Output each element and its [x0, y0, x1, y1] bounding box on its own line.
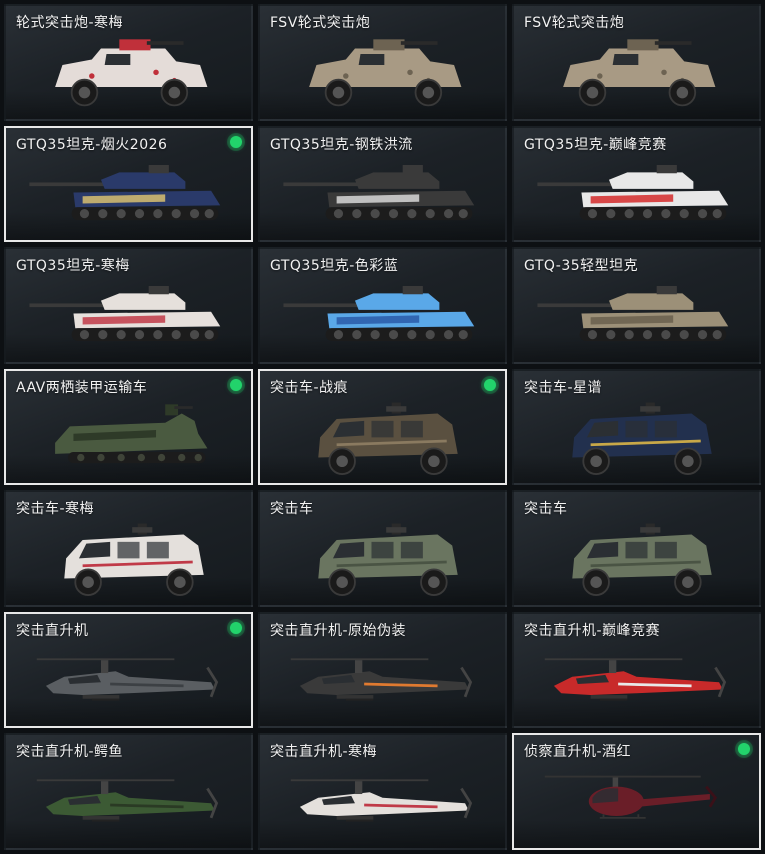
- vehicle-name: 突击直升机: [16, 622, 89, 639]
- assault-vehicle-image: [272, 397, 493, 480]
- vehicle-name: GTQ35坦克-色彩蓝: [270, 258, 399, 275]
- armored-car-image: [272, 32, 493, 115]
- assault-vehicle-image: [526, 518, 747, 601]
- vehicle-card[interactable]: GTQ35坦克-色彩蓝: [258, 247, 507, 364]
- helicopter-image: [272, 761, 493, 844]
- scout-helicopter-image: [526, 761, 747, 844]
- helicopter-image: [272, 640, 493, 723]
- vehicle-name: 突击车-寒梅: [16, 501, 95, 518]
- vehicle-name: 突击直升机-原始伪装: [270, 622, 407, 639]
- armored-car-image: [526, 32, 747, 115]
- vehicle-name: GTQ35坦克-钢铁洪流: [270, 136, 413, 153]
- vehicle-name: FSV轮式突击炮: [270, 15, 371, 31]
- tank-image: [272, 154, 493, 237]
- tank-image: [272, 275, 493, 358]
- vehicle-card[interactable]: 突击车-星谱: [512, 368, 761, 486]
- vehicle-name: FSV轮式突击炮: [524, 15, 625, 31]
- tank-image: [526, 275, 747, 358]
- tank-image: [18, 275, 239, 358]
- assault-vehicle-image: [18, 518, 239, 601]
- vehicle-name: GTQ35坦克-巅峰竞赛: [524, 136, 667, 153]
- tank-image: [18, 154, 239, 237]
- vehicle-name: GTQ35坦克-寒梅: [16, 258, 130, 275]
- vehicle-card[interactable]: GTQ35坦克-钢铁洪流: [258, 125, 507, 243]
- equipped-indicator-icon: [230, 378, 242, 391]
- vehicle-card[interactable]: AAV两栖装甲运输车: [4, 368, 253, 486]
- vehicle-card[interactable]: GTQ35坦克-烟火2026: [4, 125, 253, 243]
- equipped-indicator-icon: [230, 135, 242, 148]
- equipped-indicator-icon: [230, 621, 242, 634]
- vehicle-card[interactable]: GTQ-35轻型坦克: [512, 247, 761, 364]
- vehicle-card[interactable]: 突击直升机-原始伪装: [258, 611, 507, 729]
- vehicle-card[interactable]: 突击车: [512, 490, 761, 607]
- vehicle-card[interactable]: 突击直升机-巅峰竞赛: [512, 611, 761, 729]
- equipped-indicator-icon: [738, 743, 750, 756]
- helicopter-image: [18, 640, 239, 723]
- vehicle-card[interactable]: 轮式突击炮-寒梅: [4, 4, 253, 121]
- armored-car-image: [18, 32, 239, 115]
- equipped-indicator-icon: [484, 378, 496, 391]
- vehicle-name: GTQ35坦克-烟火2026: [16, 136, 168, 153]
- vehicle-card[interactable]: FSV轮式突击炮: [258, 4, 507, 121]
- vehicle-card[interactable]: 突击车: [258, 490, 507, 607]
- vehicle-name: GTQ-35轻型坦克: [524, 258, 639, 275]
- amphibious-vehicle-image: [18, 397, 239, 480]
- vehicle-name: 突击直升机-鳄鱼: [16, 744, 124, 761]
- vehicle-card[interactable]: 侦察直升机-酒红: [512, 733, 761, 850]
- assault-vehicle-image: [272, 518, 493, 601]
- vehicle-card[interactable]: 突击直升机: [4, 611, 253, 729]
- vehicle-skin-grid: 轮式突击炮-寒梅 FSV轮式突击炮 FSV轮式突击炮 GTQ35坦克-烟火202…: [0, 0, 765, 854]
- assault-vehicle-image: [526, 397, 747, 480]
- vehicle-name: 突击车-星谱: [524, 379, 603, 396]
- vehicle-card[interactable]: 突击直升机-寒梅: [258, 733, 507, 850]
- tank-image: [526, 154, 747, 237]
- vehicle-card[interactable]: FSV轮式突击炮: [512, 4, 761, 121]
- vehicle-name: 突击车: [270, 501, 314, 518]
- vehicle-name: AAV两栖装甲运输车: [16, 379, 148, 396]
- vehicle-name: 突击直升机-寒梅: [270, 744, 378, 761]
- vehicle-name: 突击直升机-巅峰竞赛: [524, 622, 661, 639]
- vehicle-name: 突击车: [524, 501, 568, 518]
- vehicle-card[interactable]: GTQ35坦克-巅峰竞赛: [512, 125, 761, 243]
- vehicle-card[interactable]: 突击车-寒梅: [4, 490, 253, 607]
- vehicle-name: 轮式突击炮-寒梅: [16, 15, 124, 31]
- vehicle-name: 突击车-战痕: [270, 379, 349, 396]
- vehicle-card[interactable]: 突击车-战痕: [258, 368, 507, 486]
- helicopter-image: [526, 640, 747, 723]
- vehicle-card[interactable]: 突击直升机-鳄鱼: [4, 733, 253, 850]
- vehicle-name: 侦察直升机-酒红: [524, 744, 632, 761]
- vehicle-card[interactable]: GTQ35坦克-寒梅: [4, 247, 253, 364]
- helicopter-image: [18, 761, 239, 844]
